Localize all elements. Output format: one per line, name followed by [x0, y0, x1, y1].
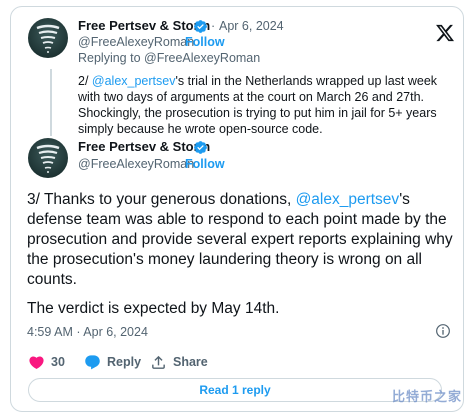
share-label: Share [173, 355, 208, 369]
main-tweet-text: 3/ Thanks to your generous donations, @a… [27, 190, 455, 290]
share-upload-icon [152, 355, 165, 369]
mention-link[interactable]: @alex_pertsev [92, 74, 176, 88]
tweet-text-prefix: 3/ Thanks to your generous donations, [27, 191, 296, 208]
tweet-date[interactable]: Apr 6, 2024 [219, 19, 284, 33]
author-name[interactable]: Free Pertsev & Storm [78, 18, 210, 33]
mention-link[interactable]: @alex_pertsev [296, 191, 400, 208]
tornado-logo-icon [36, 144, 60, 173]
like-count: 30 [51, 355, 65, 369]
watermark: 比特币之家 [392, 390, 463, 405]
reply-label: Reply [107, 355, 142, 369]
share-button[interactable]: Share [150, 353, 208, 371]
avatar[interactable] [28, 138, 68, 178]
separator-dot: · [177, 35, 182, 49]
speech-bubble-icon [85, 354, 100, 369]
reply-button[interactable]: Reply [84, 353, 141, 371]
heart-icon [29, 355, 44, 369]
read-replies-button[interactable]: Read 1 reply [28, 378, 442, 402]
tweet-text-prefix: 2/ [78, 74, 92, 88]
info-icon[interactable] [435, 323, 451, 339]
verified-badge-icon [194, 141, 207, 154]
like-button[interactable]: 30 [28, 353, 65, 371]
quoted-tweet-text: 2/ @alex_pertsev's trial in the Netherla… [78, 73, 458, 137]
avatar[interactable] [28, 18, 68, 58]
thread-connector-line [50, 69, 52, 136]
verified-badge-icon [194, 20, 207, 33]
x-logo-icon[interactable] [435, 23, 455, 43]
replying-to-label: Replying to @FreeAlexeyRoman [78, 51, 261, 65]
separator-dot: · [211, 19, 216, 33]
follow-button[interactable]: Follow [185, 157, 225, 171]
tweet-timestamp[interactable]: 4:59 AM · Apr 6, 2024 [27, 325, 148, 339]
author-name[interactable]: Free Pertsev & Storm [78, 139, 210, 154]
follow-button[interactable]: Follow [185, 35, 225, 49]
tornado-logo-icon [36, 24, 60, 53]
separator-dot: · [177, 157, 182, 171]
verdict-text: The verdict is expected by May 14th. [27, 300, 280, 317]
embedded-tweet-card: Free Pertsev & Storm · Apr 6, 2024 @Free… [10, 6, 464, 412]
